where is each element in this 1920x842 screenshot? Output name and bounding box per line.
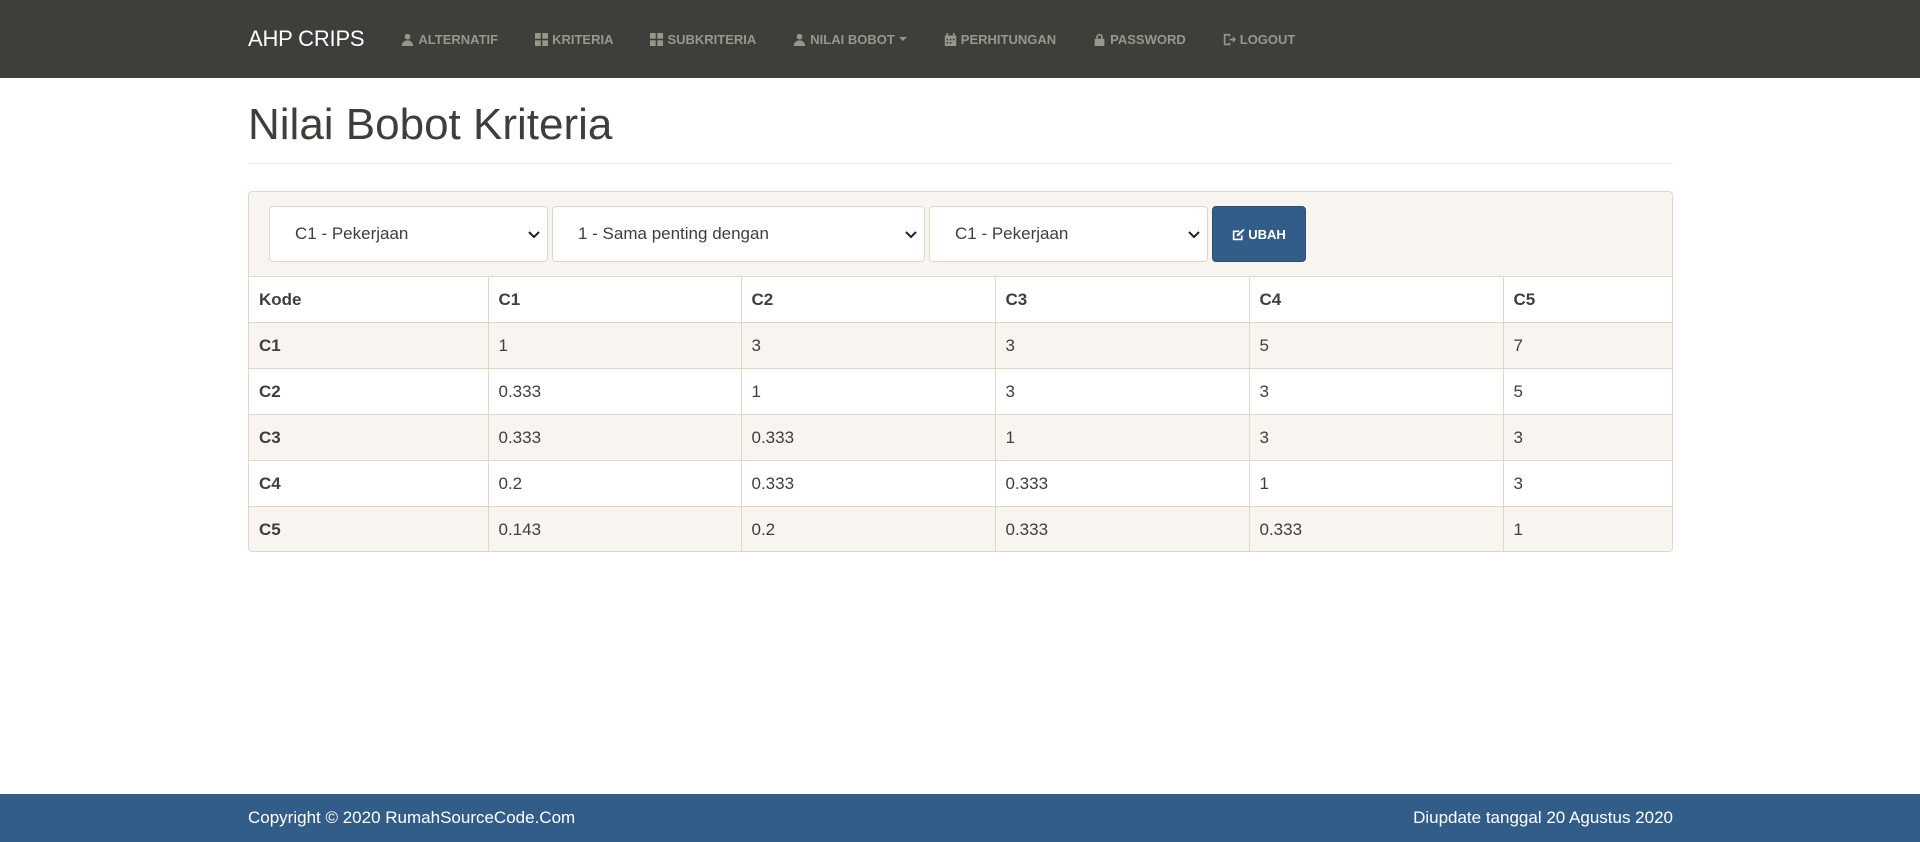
navbar: AHP CRIPS ALTERNATIF KRITERIA SUBKRITERI… [0,0,1920,78]
nav-item-label: LOGOUT [1239,31,1296,47]
table-cell: 0.333 [741,460,996,507]
nav-item-label: SUBKRITERIA [667,31,757,47]
nav-item-alternatif[interactable]: ALTERNATIF [401,32,498,47]
row-header: C2 [249,368,489,415]
table-cell: 1 [1503,506,1672,551]
table-cell: 3 [995,368,1250,415]
logout-icon [1223,33,1236,45]
table-row: C2 0.333 1 3 3 5 [249,368,1672,415]
table-cell: 0.333 [1249,506,1504,551]
table-cell: 0.333 [995,506,1250,551]
user-icon [794,33,806,46]
footer-copyright: Copyright © 2020 RumahSourceCode.Com [248,808,576,827]
user-icon [402,33,414,46]
edit-icon [1233,228,1245,240]
nav-item-kriteria[interactable]: KRITERIA [535,32,613,47]
table-cell: 3 [741,322,996,369]
nav-item-label: ALTERNATIF [418,31,499,47]
table-cell: 0.333 [995,460,1250,507]
nav-item-label: NILAI BOBOT [810,31,895,47]
table-cell: 0.2 [488,460,742,507]
column-header: Kode [249,276,489,323]
ubah-button[interactable]: UBAH [1212,206,1306,262]
title-divider [248,163,1673,164]
table-header-row: Kode C1 C2 C3 C4 C5 [249,276,1672,323]
caret-down-icon [898,37,907,41]
table-row: C4 0.2 0.333 0.333 1 3 [249,460,1672,507]
table-row: C1 1 3 3 5 7 [249,322,1672,369]
weight-select[interactable]: 1 - Sama penting dengan [552,206,925,262]
table-cell: 0.333 [488,414,742,461]
footer-updated: Diupdate tanggal 20 Agustus 2020 [1413,808,1673,827]
nav-item-label: PERHITUNGAN [960,31,1057,47]
table-row: C3 0.333 0.333 1 3 3 [249,414,1672,461]
bobot-form: C1 - Pekerjaan 1 - Sama penting dengan C… [269,206,1306,262]
table-cell: 7 [1503,322,1672,369]
ubah-button-label: UBAH [1248,226,1286,242]
table-cell: 1 [488,322,742,369]
table-cell: 3 [1503,460,1672,507]
row-header: C4 [249,460,489,507]
nav-item-label: PASSWORD [1110,31,1186,47]
criteria1-value: C1 - Pekerjaan [295,224,409,243]
criteria2-select[interactable]: C1 - Pekerjaan [929,206,1208,262]
column-header: C5 [1503,276,1672,323]
nav-item-label: KRITERIA [552,31,614,47]
table-cell: 0.2 [741,506,996,551]
grid-icon [650,32,664,46]
nav-item-perhitungan[interactable]: PERHITUNGAN [944,32,1056,47]
table-cell: 3 [1503,414,1672,461]
footer: Copyright © 2020 RumahSourceCode.Com Diu… [0,794,1920,842]
table-cell: 0.333 [741,414,996,461]
bobot-table: Kode C1 C2 C3 C4 C5 C1 1 3 3 5 7 C2 0.33… [249,276,1672,551]
table-cell: 3 [1249,368,1504,415]
grid-icon [535,32,549,46]
table-cell: 1 [1249,460,1504,507]
chevron-down-icon [1188,231,1200,239]
column-header: C3 [995,276,1250,323]
table-cell: 3 [1249,414,1504,461]
row-header: C1 [249,322,489,369]
nav-item-logout[interactable]: LOGOUT [1223,31,1296,47]
table-cell: 0.143 [488,506,742,551]
table-cell: 5 [1249,322,1504,369]
table-cell: 1 [741,368,996,415]
bobot-panel: C1 - Pekerjaan 1 - Sama penting dengan C… [248,191,1673,552]
row-header: C5 [249,506,489,551]
row-header: C3 [249,414,489,461]
chevron-down-icon [528,231,540,239]
table-cell: 0.333 [488,368,742,415]
table-cell: 5 [1503,368,1672,415]
page-title: Nilai Bobot Kriteria [248,100,613,149]
criteria2-value: C1 - Pekerjaan [955,224,1069,243]
chevron-down-icon [905,231,917,239]
column-header: C1 [488,276,742,323]
weight-value: 1 - Sama penting dengan [578,224,769,243]
nav-item-password[interactable]: PASSWORD [1093,32,1186,47]
column-header: C2 [741,276,996,323]
nav-item-subkriteria[interactable]: SUBKRITERIA [650,32,756,47]
navbar-inner: AHP CRIPS ALTERNATIF KRITERIA SUBKRITERI… [248,0,1332,78]
lock-icon [1094,33,1105,46]
criteria1-select[interactable]: C1 - Pekerjaan [269,206,548,262]
calendar-icon [944,32,956,46]
table-row: C5 0.143 0.2 0.333 0.333 1 [249,506,1672,551]
table-cell: 3 [995,322,1250,369]
table-cell: 1 [995,414,1250,461]
nav-item-nilai-bobot[interactable]: NILAI BOBOT [793,32,907,47]
navbar-brand[interactable]: AHP CRIPS [248,26,365,52]
column-header: C4 [1249,276,1504,323]
